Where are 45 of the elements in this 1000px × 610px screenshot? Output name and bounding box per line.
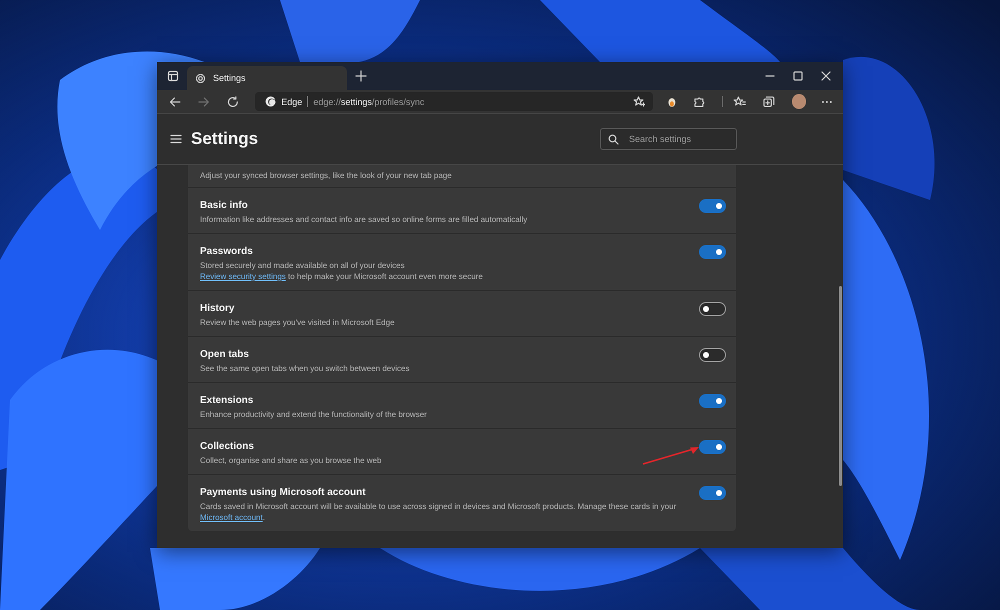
setting-title: Passwords xyxy=(200,245,254,257)
page-title: Settings xyxy=(191,129,260,149)
favorites-icon[interactable] xyxy=(733,96,746,108)
setting-description: Collect, organise and share as you browse the web xyxy=(200,455,382,466)
link[interactable]: Microsoft account xyxy=(200,513,263,522)
maximize-icon[interactable] xyxy=(793,71,803,81)
setting-title: Extensions xyxy=(200,394,254,406)
refresh-icon[interactable] xyxy=(226,96,238,108)
menu-icon[interactable] xyxy=(170,134,182,144)
setting-description: Information like addresses and contact info are saved so online forms are filled automatically xyxy=(200,214,528,225)
setting-title: Collections xyxy=(200,440,255,452)
collections-icon[interactable] xyxy=(762,96,775,108)
close-icon[interactable] xyxy=(821,71,831,81)
toggle-switch[interactable] xyxy=(699,348,726,362)
search-icon xyxy=(608,134,619,145)
setting-title: Basic info xyxy=(200,199,249,211)
scrollbar-thumb[interactable] xyxy=(839,286,842,486)
site-label: Edge xyxy=(281,96,302,106)
browser-tab[interactable]: Settings xyxy=(187,66,347,90)
tabs-icon[interactable] xyxy=(167,70,179,82)
setting-description: Enhance productivity and extend the functionality of the browser xyxy=(200,409,428,420)
new-tab-icon[interactable] xyxy=(355,70,367,82)
profile-avatar[interactable] xyxy=(792,94,806,109)
toggle-switch[interactable] xyxy=(699,245,726,259)
address-bar[interactable]: Edge edge://settings/profiles/sync xyxy=(255,92,653,111)
add-favorite-icon[interactable] xyxy=(632,96,645,108)
setting-title: History xyxy=(200,302,236,314)
setting-description: Cards saved in Microsoft account will be available to use across signed in devices and Microsoft products. Manage these cards in your Microsoft account. xyxy=(200,501,678,523)
toggle-switch[interactable] xyxy=(699,440,726,454)
setting-description: Stored securely and made available on all of your devices Review security settings to help make your Microsoft account even more secure xyxy=(200,260,484,282)
setting-title: Open tabs xyxy=(200,348,250,360)
search-field[interactable]: Search settings xyxy=(600,128,737,150)
setting-description: Adjust your synced browser settings, like the look of your new tab page xyxy=(200,170,453,181)
setting-title: Payments using Microsoft account xyxy=(200,486,367,498)
toggle-switch[interactable] xyxy=(699,486,726,500)
extension-egg-icon[interactable] xyxy=(666,96,676,108)
back-icon[interactable] xyxy=(169,96,181,108)
link[interactable]: Review security settings xyxy=(200,272,286,281)
toggle-switch[interactable] xyxy=(699,394,726,408)
setting-description: See the same open tabs when you switch between devices xyxy=(200,363,410,374)
toggle-switch[interactable] xyxy=(699,302,726,316)
toggle-switch[interactable] xyxy=(699,199,726,213)
puzzle-icon[interactable] xyxy=(693,96,706,108)
url-text: edge://settings/profiles/sync xyxy=(313,96,426,106)
setting-description: Review the web pages you've visited in Microsoft Edge xyxy=(200,317,396,328)
